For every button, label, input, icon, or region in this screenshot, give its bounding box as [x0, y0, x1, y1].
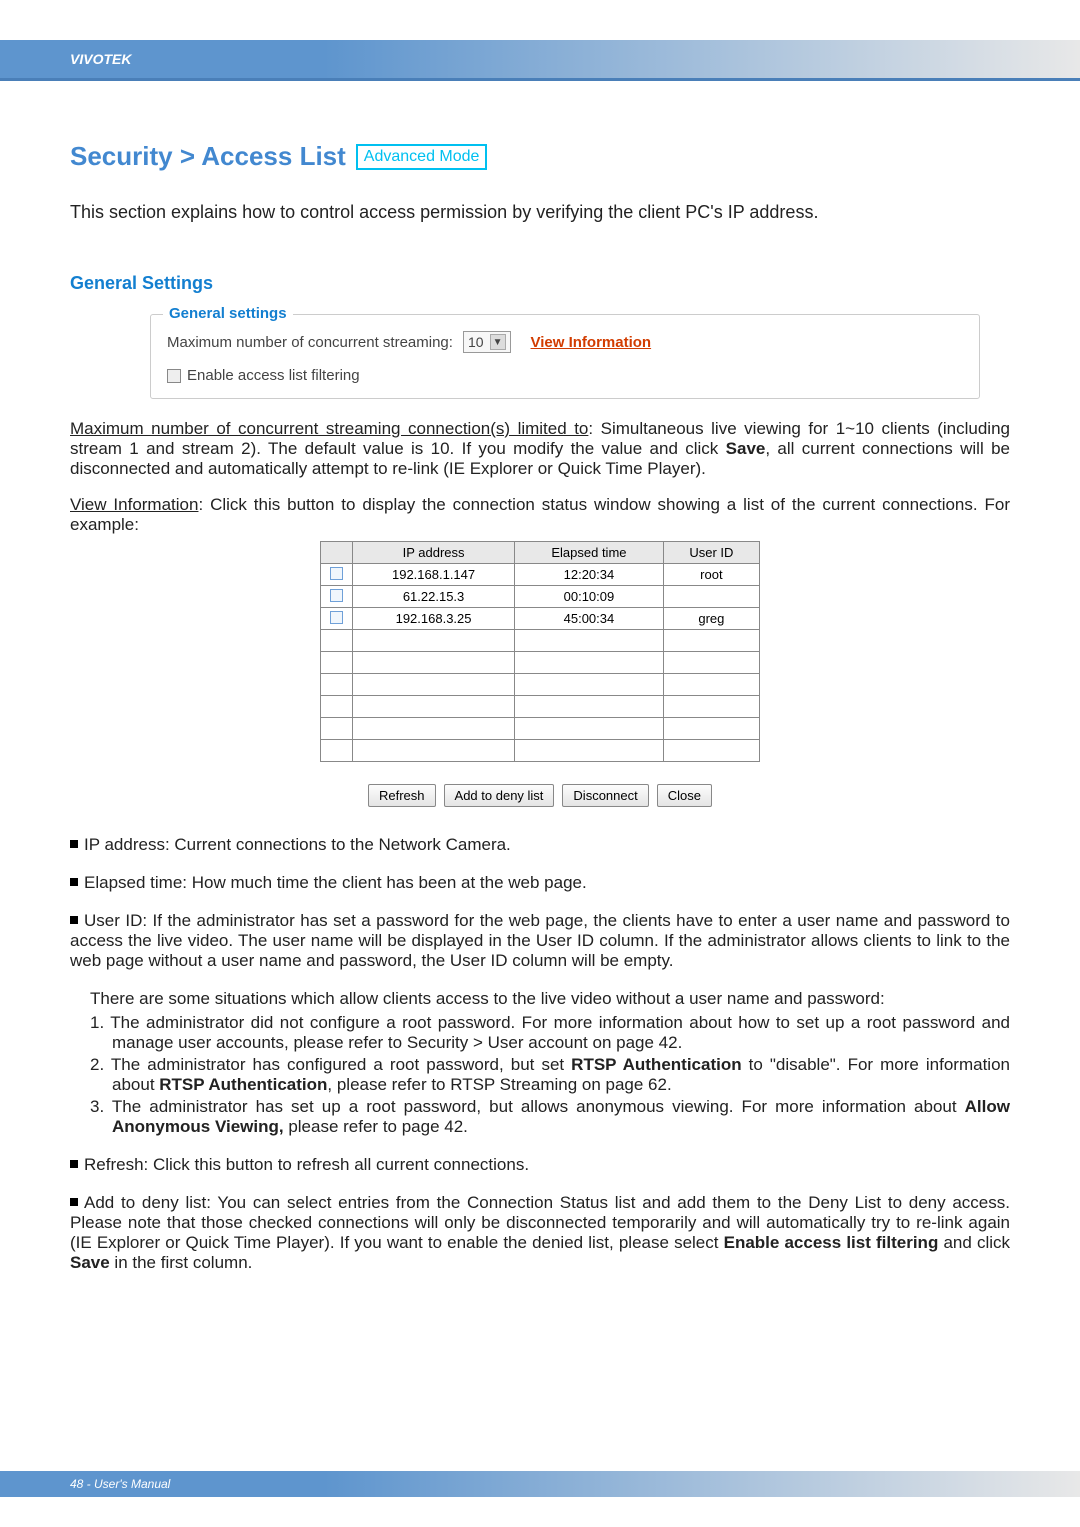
para-max-save: Save — [726, 439, 766, 458]
bullet-add-deny-c: and click — [938, 1233, 1010, 1252]
bullet-list: IP address: Current connections to the N… — [70, 835, 1010, 1273]
bullet-icon — [70, 916, 78, 924]
numbered-list: 1. The administrator did not configure a… — [70, 1013, 1010, 1137]
cell-ip: 192.168.1.147 — [353, 564, 515, 586]
enable-filtering-label: Enable access list filtering — [187, 367, 360, 384]
disconnect-button[interactable]: Disconnect — [562, 784, 648, 807]
bullet-userid-p1: User ID: If the administrator has set a … — [70, 911, 1010, 970]
bullet-icon — [70, 840, 78, 848]
cell-elapsed: 12:20:34 — [515, 564, 664, 586]
col-elapsed: Elapsed time — [515, 542, 664, 564]
cell-elapsed: 45:00:34 — [515, 608, 664, 630]
brand-label: VIVOTEK — [70, 51, 131, 67]
bullet-add-deny-b: Enable access list filtering — [724, 1233, 939, 1252]
bullet-refresh: Refresh: Click this button to refresh al… — [70, 1155, 1010, 1175]
page-title: Security > Access List Advanced Mode — [70, 141, 1010, 172]
bullet-add-deny: Add to deny list: You can select entries… — [70, 1193, 1010, 1273]
row-checkbox[interactable] — [330, 611, 343, 624]
header-bar: VIVOTEK — [0, 40, 1080, 78]
refresh-button[interactable]: Refresh — [368, 784, 436, 807]
col-userid: User ID — [663, 542, 759, 564]
table-row — [321, 674, 760, 696]
table-row — [321, 740, 760, 762]
table-row — [321, 696, 760, 718]
bullet-userid-p2: There are some situations which allow cl… — [70, 989, 1010, 1009]
intro-text: This section explains how to control acc… — [70, 202, 1010, 223]
cell-user: greg — [663, 608, 759, 630]
para-view-label: View Information — [70, 495, 198, 514]
cell-ip: 61.22.15.3 — [353, 586, 515, 608]
col-checkbox — [321, 542, 353, 564]
table-header-row: IP address Elapsed time User ID — [321, 542, 760, 564]
table-row — [321, 652, 760, 674]
para-view-info: View Information: Click this button to d… — [70, 495, 1010, 535]
bullet-icon — [70, 878, 78, 886]
cell-elapsed: 00:10:09 — [515, 586, 664, 608]
bullet-ip-address: IP address: Current connections to the N… — [70, 835, 1010, 855]
numbered-2: 2. The administrator has configured a ro… — [90, 1055, 1010, 1095]
max-streaming-label: Maximum number of concurrent streaming: — [167, 334, 453, 351]
bullet-add-deny-e: in the first column. — [110, 1253, 253, 1272]
enable-filtering-checkbox[interactable] — [167, 369, 181, 383]
connection-table: IP address Elapsed time User ID 192.168.… — [320, 541, 760, 762]
para-max-label: Maximum number of concurrent streaming c… — [70, 419, 588, 438]
table-row: 192.168.1.147 12:20:34 root — [321, 564, 760, 586]
bullet-icon — [70, 1198, 78, 1206]
cell-ip: 192.168.3.25 — [353, 608, 515, 630]
para-view-text: : Click this button to display the conne… — [70, 495, 1010, 534]
settings-box-legend: General settings — [163, 305, 293, 322]
chevron-down-icon: ▼ — [490, 334, 506, 350]
table-row — [321, 718, 760, 740]
para-max-streaming: Maximum number of concurrent streaming c… — [70, 419, 1010, 479]
bullet-ip-text: IP address: Current connections to the N… — [84, 835, 511, 854]
table-row: 192.168.3.25 45:00:34 greg — [321, 608, 760, 630]
close-button[interactable]: Close — [657, 784, 712, 807]
bullet-elapsed-text: Elapsed time: How much time the client h… — [84, 873, 587, 892]
bullet-user-id: User ID: If the administrator has set a … — [70, 911, 1010, 1137]
connection-table-wrapper: IP address Elapsed time User ID 192.168.… — [320, 541, 760, 807]
row-checkbox[interactable] — [330, 567, 343, 580]
page-title-text: Security > Access List — [70, 141, 346, 172]
bullet-add-deny-d: Save — [70, 1253, 110, 1272]
view-information-link[interactable]: View Information — [531, 334, 652, 351]
advanced-mode-badge: Advanced Mode — [356, 144, 488, 170]
cell-user: root — [663, 564, 759, 586]
footer-text: 48 - User's Manual — [70, 1477, 170, 1491]
row-checkbox[interactable] — [330, 589, 343, 602]
table-button-row: Refresh Add to deny list Disconnect Clos… — [320, 784, 760, 807]
numbered-3: 3. The administrator has set up a root p… — [90, 1097, 1010, 1137]
table-row — [321, 630, 760, 652]
section-heading: General Settings — [70, 273, 1010, 294]
cell-user — [663, 586, 759, 608]
max-streaming-value: 10 — [468, 334, 484, 350]
footer-bar: 48 - User's Manual — [0, 1471, 1080, 1497]
table-row: 61.22.15.3 00:10:09 — [321, 586, 760, 608]
max-streaming-dropdown[interactable]: 10 ▼ — [463, 331, 511, 353]
col-ip: IP address — [353, 542, 515, 564]
bullet-refresh-text: Refresh: Click this button to refresh al… — [84, 1155, 529, 1174]
bullet-icon — [70, 1160, 78, 1168]
add-deny-button[interactable]: Add to deny list — [444, 784, 555, 807]
general-settings-box: General settings Maximum number of concu… — [150, 314, 980, 399]
numbered-1: 1. The administrator did not configure a… — [90, 1013, 1010, 1053]
bullet-elapsed: Elapsed time: How much time the client h… — [70, 873, 1010, 893]
